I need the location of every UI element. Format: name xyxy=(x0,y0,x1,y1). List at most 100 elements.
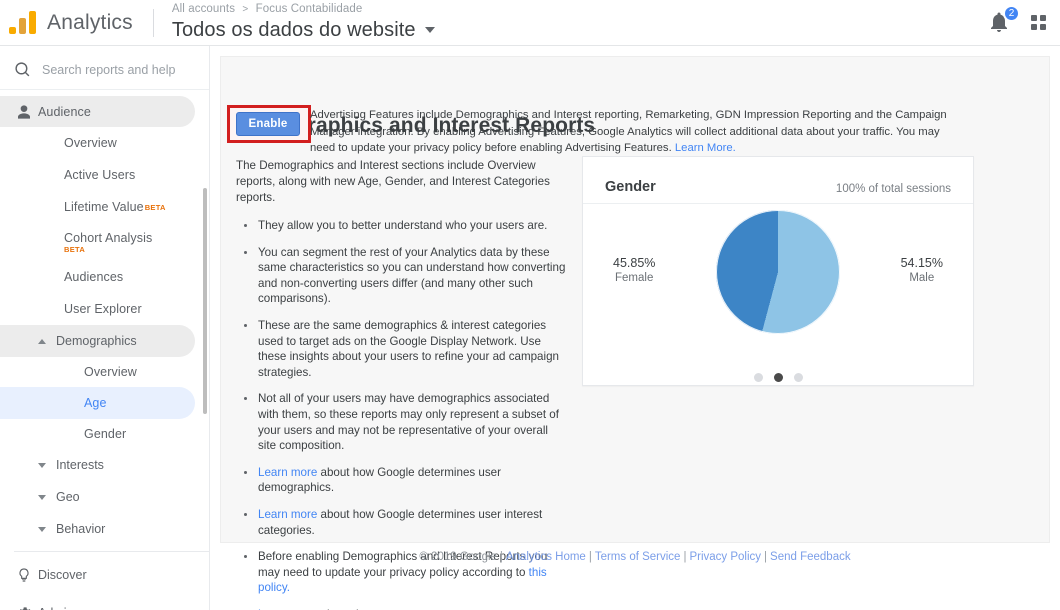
sidebar-item-lifetime-value[interactable]: Lifetime Value BETA xyxy=(0,191,209,223)
list-item: Learn more about how Google determines u… xyxy=(236,465,566,496)
gender-pie-chart[interactable] xyxy=(716,210,840,334)
sidebar-group-demographics-label: Demographics xyxy=(56,334,137,348)
sidebar-item-audience-label: Audience xyxy=(38,104,91,119)
footer-link-send-feedback[interactable]: Send Feedback xyxy=(770,551,851,563)
caret-down-icon xyxy=(38,462,46,468)
list-item: These are the same demographics & intere… xyxy=(236,318,566,380)
sidebar-scrollbar[interactable] xyxy=(203,188,207,414)
property-title[interactable]: Todos os dados do website xyxy=(172,17,435,43)
sidebar-group-geo-label: Geo xyxy=(56,490,80,504)
carousel-dot-2[interactable] xyxy=(773,373,783,382)
gear-icon xyxy=(10,605,38,610)
sidebar-divider xyxy=(14,551,209,552)
footer-copyright: © 2019 Google xyxy=(419,551,497,563)
chevron-down-icon xyxy=(424,27,435,33)
left-column: The Demographics and Interest sections i… xyxy=(236,158,566,610)
breadcrumb: All accounts > Focus Contabilidade xyxy=(172,2,435,17)
sidebar-item-cohort-analysis-label: Cohort Analysis xyxy=(64,230,153,245)
sidebar-item-audiences-label: Audiences xyxy=(64,270,124,284)
sidebar-group-behavior-label: Behavior xyxy=(56,522,106,536)
search-input[interactable] xyxy=(42,62,192,77)
pie-label-female-name: Female xyxy=(615,272,654,284)
footer-link-analytics-home[interactable]: Analytics Home xyxy=(506,551,586,563)
sidebar-item-admin[interactable]: Admin xyxy=(0,594,209,610)
footer: © 2019 Google | Analytics Home | Terms of Se… xyxy=(210,551,1060,563)
sidebar-item-demographics-overview-label: Overview xyxy=(84,365,137,379)
gender-chart-card: Gender 100% of total sessions 45.85% Fem… xyxy=(582,156,974,386)
sidebar-group-demographics[interactable]: Demographics xyxy=(0,325,195,357)
learn-more-link[interactable]: Learn more xyxy=(258,466,317,479)
sidebar: Audience Overview Active Users Lifetime … xyxy=(0,46,210,610)
brand-name: Analytics xyxy=(47,10,133,34)
main-content: Demographics and Interest Reports Enable… xyxy=(210,46,1060,610)
list-item: You can segment the rest of your Analyti… xyxy=(236,245,566,307)
breadcrumb-property[interactable]: Focus Contabilidade xyxy=(256,3,363,15)
sidebar-item-admin-label: Admin xyxy=(38,606,73,610)
beta-badge: BETA xyxy=(144,202,166,212)
pie-label-female: 45.85% Female xyxy=(613,256,655,284)
sidebar-item-discover[interactable]: Discover xyxy=(0,556,209,594)
sidebar-item-active-users[interactable]: Active Users xyxy=(0,159,209,191)
advertising-features-body: Advertising Features include Demographic… xyxy=(310,109,947,155)
caret-down-icon xyxy=(38,526,46,532)
carousel-dot-1[interactable] xyxy=(753,373,763,382)
pie-label-male: 54.15% Male xyxy=(901,256,943,284)
footer-link-terms-of-service[interactable]: Terms of Service xyxy=(595,551,681,563)
sidebar-item-audiences[interactable]: Audiences xyxy=(0,261,209,293)
learn-more-link[interactable]: Learn more xyxy=(258,508,317,521)
sidebar-item-gender[interactable]: Gender xyxy=(0,419,209,449)
sidebar-item-gender-label: Gender xyxy=(84,427,127,441)
gender-chart-header: Gender 100% of total sessions xyxy=(583,157,973,204)
notifications-button[interactable]: 2 xyxy=(987,4,1020,36)
footer-separator: | xyxy=(683,551,687,563)
list-item-text: You can segment the rest of your Analyti… xyxy=(258,245,566,306)
search-row[interactable] xyxy=(0,50,209,90)
gender-chart-title: Gender xyxy=(605,179,656,195)
sidebar-item-audience[interactable]: Audience xyxy=(0,96,195,127)
person-icon xyxy=(10,104,38,120)
breadcrumb-all-accounts[interactable]: All accounts xyxy=(172,3,235,15)
list-item: They allow you to better understand who … xyxy=(236,218,566,234)
sidebar-item-lifetime-value-label: Lifetime Value xyxy=(64,200,144,214)
footer-separator: | xyxy=(764,551,768,563)
footer-separator: | xyxy=(499,551,503,563)
sidebar-item-age-label: Age xyxy=(84,396,107,410)
breadcrumb-separator: > xyxy=(242,4,249,15)
list-item-text: They allow you to better understand who … xyxy=(258,219,548,232)
sidebar-item-cohort-analysis[interactable]: Cohort Analysis BETA xyxy=(0,223,209,261)
divider xyxy=(152,8,154,37)
sidebar-item-user-explorer-label: User Explorer xyxy=(64,302,142,316)
sidebar-item-overview[interactable]: Overview xyxy=(0,127,209,159)
pie-label-male-name: Male xyxy=(909,272,935,284)
sidebar-item-user-explorer[interactable]: User Explorer xyxy=(0,293,209,325)
list-item-text: Not all of your users may have demograph… xyxy=(258,392,559,453)
sidebar-group-geo[interactable]: Geo xyxy=(0,481,209,513)
footer-separator: | xyxy=(588,551,592,563)
sidebar-item-discover-label: Discover xyxy=(38,568,87,582)
analytics-bars-icon xyxy=(8,10,38,36)
list-item: Not all of your users may have demograph… xyxy=(236,391,566,453)
pie-label-female-percent: 45.85% xyxy=(613,256,656,270)
sidebar-item-demographics-overview[interactable]: Overview xyxy=(0,357,209,387)
intro-paragraph: The Demographics and Interest sections i… xyxy=(236,159,550,204)
apps-grid-icon[interactable] xyxy=(1031,15,1046,30)
footer-link-privacy-policy[interactable]: Privacy Policy xyxy=(689,551,761,563)
carousel-dots xyxy=(583,373,973,382)
sidebar-group-interests[interactable]: Interests xyxy=(0,449,209,481)
sidebar-group-interests-label: Interests xyxy=(56,458,104,472)
top-bar: Analytics All accounts > Focus Contabili… xyxy=(0,0,1060,46)
carousel-dot-3[interactable] xyxy=(793,373,803,382)
lightbulb-icon xyxy=(10,567,38,583)
gender-chart-subtitle: 100% of total sessions xyxy=(835,183,951,195)
learn-more-link[interactable]: Learn More. xyxy=(675,142,736,154)
sidebar-item-active-users-label: Active Users xyxy=(64,168,136,182)
account-selector[interactable]: All accounts > Focus Contabilidade Todos… xyxy=(172,2,435,43)
sidebar-item-age[interactable]: Age xyxy=(0,387,195,419)
sidebar-group-behavior[interactable]: Behavior xyxy=(0,513,209,545)
enable-button[interactable]: Enable xyxy=(236,112,300,136)
property-title-label: Todos os dados do website xyxy=(171,19,416,41)
caret-down-icon xyxy=(38,494,46,500)
advertising-features-text: Advertising Features include Demographic… xyxy=(310,107,962,157)
search-icon xyxy=(10,61,34,78)
caret-up-icon xyxy=(38,338,46,344)
